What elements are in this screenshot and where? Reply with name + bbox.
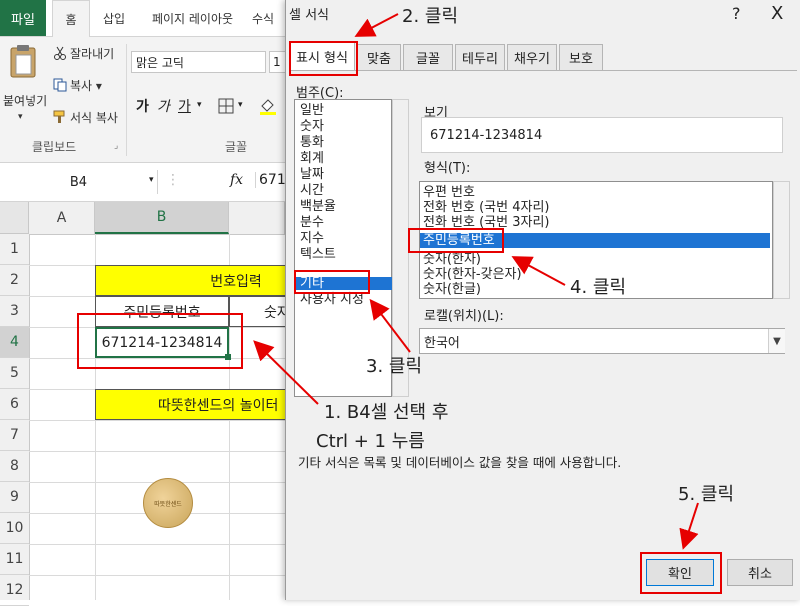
underline-dropdown-icon[interactable]: ▾ bbox=[197, 100, 202, 110]
bold-button[interactable]: 가 bbox=[136, 96, 149, 116]
annotation-box-b4 bbox=[77, 313, 243, 369]
italic-button[interactable]: 가 bbox=[157, 96, 170, 116]
row-header[interactable]: 3 bbox=[0, 296, 29, 327]
annotation-step1-line1: 1. B4셀 선택 후 bbox=[324, 402, 449, 423]
cell-b2[interactable]: 번호입력 bbox=[95, 265, 287, 296]
category-item[interactable]: 회계 bbox=[300, 152, 388, 165]
annotation-step1-line2: Ctrl + 1 누름 bbox=[316, 431, 425, 452]
type-scrollbar[interactable] bbox=[773, 181, 790, 299]
tab-border[interactable]: 테두리 bbox=[455, 44, 505, 70]
font-group-label: 글꼴 bbox=[225, 140, 248, 154]
sample-preview: 671214-1234814 bbox=[421, 117, 783, 153]
paste-dropdown-icon[interactable]: ▾ bbox=[18, 112, 23, 122]
dialog-title: 셀 서식 bbox=[289, 8, 330, 23]
tab-home[interactable]: 홈 bbox=[52, 0, 90, 37]
row-header[interactable]: 2 bbox=[0, 265, 29, 296]
cell-b2-text: 번호입력 bbox=[210, 273, 262, 290]
copy-icon bbox=[53, 78, 67, 92]
category-item[interactable]: 백분율 bbox=[300, 200, 388, 213]
group-separator bbox=[126, 44, 127, 156]
tab-protection[interactable]: 보호 bbox=[559, 44, 603, 70]
cell-b6[interactable]: 따뜻한센드의 놀이터 bbox=[95, 389, 287, 420]
gridline bbox=[29, 420, 285, 421]
name-box[interactable]: B4 bbox=[0, 170, 158, 194]
cell-b6-text: 따뜻한센드의 놀이터 bbox=[158, 397, 279, 414]
category-item[interactable]: 숫자 bbox=[300, 120, 388, 133]
tab-alignment[interactable]: 맞춤 bbox=[357, 44, 401, 70]
annotation-box-ok bbox=[640, 552, 722, 594]
locale-select[interactable]: 한국어 bbox=[419, 328, 785, 354]
row-header[interactable]: 7 bbox=[0, 420, 29, 451]
close-button[interactable]: X bbox=[771, 3, 783, 24]
format-description: 기타 서식은 목록 및 데이터베이스 값을 찾을 때에 사용합니다. bbox=[298, 455, 622, 470]
insert-function-icon[interactable]: fx bbox=[230, 172, 243, 188]
tab-file[interactable]: 파일 bbox=[0, 0, 46, 36]
type-label: 형식(T): bbox=[424, 161, 471, 176]
annotation-step2: 2. 클릭 bbox=[402, 6, 459, 27]
category-item[interactable]: 일반 bbox=[300, 104, 388, 117]
select-all-corner[interactable] bbox=[0, 202, 29, 234]
category-item[interactable]: 날짜 bbox=[300, 168, 388, 181]
column-header-a[interactable]: A bbox=[29, 202, 95, 234]
tab-formulas[interactable]: 수식 bbox=[252, 0, 286, 36]
type-item[interactable]: 우편 번호 bbox=[423, 186, 768, 199]
column-header-c[interactable] bbox=[229, 202, 285, 234]
tab-page-layout[interactable]: 페이지 레이아웃 bbox=[140, 0, 245, 36]
annotation-step3: 3. 클릭 bbox=[366, 356, 423, 377]
tab-fill[interactable]: 채우기 bbox=[507, 44, 557, 70]
category-item[interactable]: 시간 bbox=[300, 184, 388, 197]
format-painter-button[interactable]: 서식 복사 bbox=[70, 109, 118, 126]
locale-label: 로캘(위치)(L): bbox=[424, 309, 504, 324]
cancel-button[interactable]: 취소 bbox=[727, 559, 793, 586]
fill-color-icon[interactable] bbox=[258, 96, 278, 116]
row-header[interactable]: 9 bbox=[0, 482, 29, 513]
annotation-box-number-tab bbox=[289, 41, 358, 76]
watermark-stamp: 따뜻한센드 bbox=[143, 478, 193, 528]
category-item[interactable]: 지수 bbox=[300, 232, 388, 245]
row-header[interactable]: 12 bbox=[0, 575, 29, 606]
formula-separator-icon: ⋮ bbox=[166, 172, 180, 188]
category-item[interactable]: 분수 bbox=[300, 216, 388, 229]
name-box-dropdown-icon[interactable]: ▾ bbox=[149, 175, 154, 185]
borders-dropdown-icon[interactable]: ▾ bbox=[238, 100, 243, 110]
format-painter-icon bbox=[53, 110, 65, 123]
annotation-box-category bbox=[294, 270, 370, 294]
font-name-select[interactable]: 맑은 고딕 bbox=[131, 51, 266, 73]
category-item[interactable]: 통화 bbox=[300, 136, 388, 149]
column-header-b[interactable]: B bbox=[95, 202, 229, 234]
annotation-step5: 5. 클릭 bbox=[678, 484, 735, 505]
gridline bbox=[29, 544, 285, 545]
type-item[interactable]: 전화 번호 (국번 4자리) bbox=[423, 201, 768, 214]
formula-input[interactable]: 671 bbox=[255, 172, 285, 188]
chevron-down-icon[interactable]: ▼ bbox=[768, 329, 785, 353]
category-item[interactable]: 사용자 지정 bbox=[300, 293, 388, 306]
row-header[interactable]: 10 bbox=[0, 513, 29, 544]
tab-insert[interactable]: 삽입 bbox=[94, 0, 134, 36]
gridline bbox=[29, 575, 285, 576]
row-header[interactable]: 8 bbox=[0, 451, 29, 482]
underline-button[interactable]: 가 bbox=[178, 96, 191, 116]
clipboard-group-label: 클립보드 bbox=[32, 140, 77, 154]
help-button[interactable]: ? bbox=[732, 4, 741, 23]
borders-icon[interactable] bbox=[218, 98, 234, 114]
cut-button[interactable]: 잘라내기 bbox=[70, 45, 114, 62]
row-header[interactable]: 11 bbox=[0, 544, 29, 575]
tab-font[interactable]: 글꼴 bbox=[403, 44, 453, 70]
row-header[interactable]: 5 bbox=[0, 358, 29, 389]
row-header[interactable]: 1 bbox=[0, 234, 29, 265]
row-header[interactable]: 4 bbox=[0, 327, 29, 358]
paste-button-label[interactable]: 붙여넣기 bbox=[3, 92, 47, 109]
row-header[interactable]: 6 bbox=[0, 389, 29, 420]
copy-button[interactable]: 복사 ▾ bbox=[70, 77, 102, 94]
annotation-step4: 4. 클릭 bbox=[570, 277, 627, 298]
tab-divider bbox=[289, 70, 797, 71]
stamp-text: 따뜻한센드 bbox=[154, 500, 182, 508]
dialog-launcher-icon[interactable]: ⌟ bbox=[114, 141, 118, 151]
paste-icon[interactable] bbox=[10, 44, 36, 78]
annotation-box-type bbox=[408, 228, 504, 253]
gridline bbox=[29, 451, 285, 452]
category-item[interactable]: 텍스트 bbox=[300, 248, 388, 261]
type-item[interactable]: 숫자(한자) bbox=[423, 253, 768, 266]
scissors-icon bbox=[54, 46, 66, 60]
